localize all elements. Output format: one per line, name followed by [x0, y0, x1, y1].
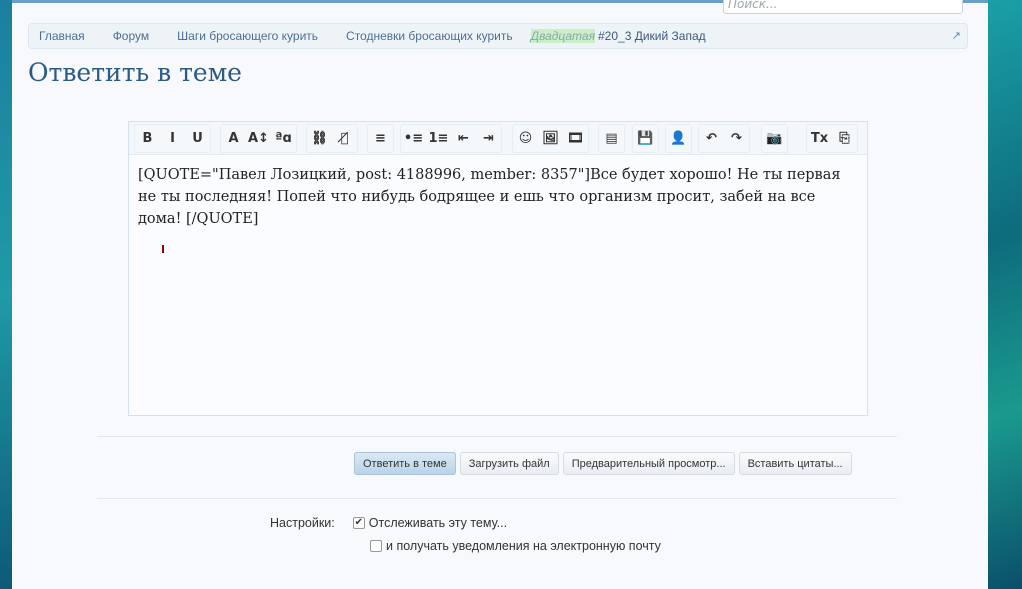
toolbar-group: ↶ ↷: [698, 124, 750, 153]
remove-format-icon[interactable]: Tx: [807, 126, 832, 151]
bullet-list-icon[interactable]: •≡: [401, 126, 426, 151]
template-icon[interactable]: ▤: [599, 126, 624, 151]
toolbar-group: A A↕ ªɑ: [220, 124, 297, 153]
background-right: [988, 0, 1022, 589]
save-draft-icon[interactable]: 💾: [633, 126, 658, 151]
breadcrumb-forum[interactable]: Форум: [103, 29, 159, 43]
editor-textarea[interactable]: [QUOTE="Павел Лозицкий, post: 4188996, m…: [129, 155, 867, 239]
insert-code-icon[interactable]: ⎘: [832, 126, 857, 151]
camera-icon[interactable]: 📷: [762, 126, 787, 151]
toolbar-group: 💾: [632, 124, 659, 153]
breadcrumb-100days[interactable]: Стодневки бросающих курить: [336, 29, 523, 43]
page-title: Ответить в теме: [28, 58, 242, 87]
text-caret: [162, 245, 164, 253]
toolbar-group: ☺ 🖼 🎞: [512, 124, 589, 153]
user-icon[interactable]: 👤: [666, 126, 691, 151]
toolbar-group: Tx ⎘: [806, 124, 858, 153]
breadcrumb-steps[interactable]: Шаги бросающего курить: [167, 29, 328, 43]
options-label: Настройки:: [270, 516, 335, 530]
link-icon[interactable]: ⛓: [307, 126, 332, 151]
toolbar-group: 👤: [665, 124, 692, 153]
email-notify-checkbox[interactable]: [370, 540, 382, 552]
reply-button[interactable]: Ответить в теме: [354, 452, 456, 475]
font-family-icon[interactable]: ªɑ: [271, 126, 296, 151]
unlink-icon[interactable]: ⛓̸: [332, 126, 357, 151]
redo-icon[interactable]: ↷: [724, 126, 749, 151]
toolbar-group: ▤: [598, 124, 625, 153]
outdent-icon[interactable]: ⇤: [451, 126, 476, 151]
numbered-list-icon[interactable]: 1≡: [426, 126, 451, 151]
image-icon[interactable]: 🖼: [538, 126, 563, 151]
breadcrumb-current[interactable]: #20_3 Дикий Запад: [598, 29, 706, 43]
editor-toolbar: B I U A A↕ ªɑ ⛓ ⛓̸ ≡ •≡ 1≡ ⇤ ⇥ ☺ 🖼 🎞 ▤ 💾 👤 ↶ ↷ 📷 Tx ⎘: [129, 122, 867, 155]
italic-icon[interactable]: I: [160, 126, 185, 151]
insert-quotes-button[interactable]: Вставить цитаты...: [738, 452, 852, 475]
external-link-icon[interactable]: ↗: [952, 29, 961, 42]
toolbar-group: BIU: [134, 124, 211, 153]
breadcrumb-home[interactable]: Главная: [29, 29, 95, 43]
watch-thread-checkbox[interactable]: ✔: [352, 517, 365, 529]
font-color-icon[interactable]: A: [221, 126, 246, 151]
media-icon[interactable]: 🎞: [563, 126, 588, 151]
smilies-icon[interactable]: ☺: [513, 126, 538, 151]
preview-button[interactable]: Предварительный просмотр...: [562, 452, 735, 475]
toolbar-group: ⛓ ⛓̸: [306, 124, 358, 153]
editor: B I U A A↕ ªɑ ⛓ ⛓̸ ≡ •≡ 1≡ ⇤ ⇥ ☺ 🖼 🎞 ▤ 💾 👤 ↶ ↷ 📷 Tx ⎘ [QUOTE="П…: [128, 121, 868, 416]
underline-icon[interactable]: U: [185, 126, 210, 151]
divider: [97, 436, 897, 437]
search-input[interactable]: Поиск...: [723, 0, 963, 14]
toolbar-group: ≡: [367, 124, 394, 153]
breadcrumb: Главная Форум Шаги бросающего курить Сто…: [28, 23, 968, 49]
font-size-icon[interactable]: A↕: [246, 126, 271, 151]
indent-icon[interactable]: ⇥: [476, 126, 501, 151]
options: Настройки: ✔ Отслеживать эту тему... и п…: [270, 513, 661, 556]
form-actions: Ответить в теме Загрузить файл Предварит…: [354, 452, 852, 475]
toolbar-group: 📷: [761, 124, 788, 153]
divider: [97, 498, 897, 499]
background-left: [0, 0, 12, 589]
upload-file-button[interactable]: Загрузить файл: [459, 452, 559, 475]
watch-thread-label[interactable]: Отслеживать эту тему...: [369, 516, 507, 530]
bold-icon[interactable]: B: [135, 126, 160, 151]
email-notify-label[interactable]: и получать уведомления на электронную по…: [386, 539, 661, 553]
thread-prefix: Двадцатая: [530, 29, 595, 43]
align-icon[interactable]: ≡: [368, 126, 393, 151]
undo-icon[interactable]: ↶: [699, 126, 724, 151]
toolbar-group: •≡ 1≡ ⇤ ⇥: [400, 124, 502, 153]
